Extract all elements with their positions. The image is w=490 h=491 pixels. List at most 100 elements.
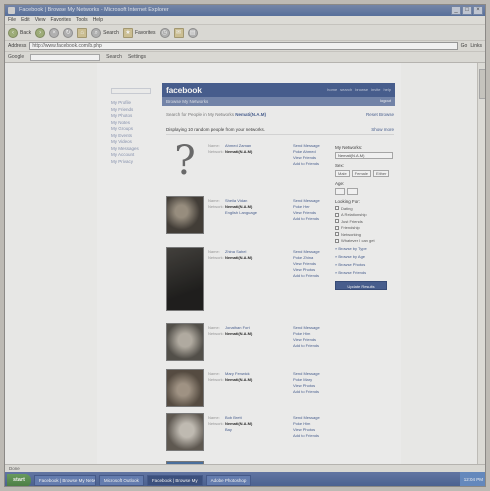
header-link[interactable]: search: [340, 87, 352, 92]
header-link[interactable]: browse: [355, 87, 368, 92]
network-select[interactable]: Nemati(N.A.M): [335, 152, 393, 159]
checkbox-icon[interactable]: [335, 232, 339, 236]
taskbar-task[interactable]: Facebook | Browse My: [146, 474, 203, 486]
person-name[interactable]: Mary Fenwick: [225, 371, 250, 376]
sidebar-nav: My Profile My Friends My Photos My Notes My …: [111, 100, 161, 165]
google-search-button[interactable]: Search: [106, 54, 122, 60]
person-name[interactable]: Sheila Vidan: [225, 198, 247, 203]
person-info[interactable]: Bay: [225, 427, 232, 432]
looking-option[interactable]: Networking: [335, 232, 393, 237]
profile-photo[interactable]: [166, 413, 204, 451]
age-max-select[interactable]: [347, 188, 358, 195]
header-links: home search browse invite help: [327, 87, 391, 92]
profile-photo[interactable]: [166, 323, 204, 361]
back-arrow-icon: ‹: [8, 27, 18, 38]
network-label: Network:: [208, 255, 224, 260]
action-link[interactable]: Add to Friends: [293, 273, 320, 279]
menu-tools[interactable]: Tools: [76, 16, 88, 24]
checkbox-icon[interactable]: [335, 212, 339, 217]
checkbox-icon[interactable]: [335, 238, 339, 243]
action-link[interactable]: Add to Friends: [293, 216, 320, 222]
history-icon[interactable]: ◷: [159, 27, 170, 38]
address-input[interactable]: http://www.facebook.com/b.php: [29, 42, 458, 50]
looking-option-label: Just Friends: [341, 218, 363, 224]
menu-edit[interactable]: Edit: [21, 16, 30, 24]
looking-option[interactable]: Friendship: [335, 225, 393, 230]
facebook-logo[interactable]: facebook: [166, 85, 202, 95]
checkbox-icon[interactable]: [335, 219, 339, 223]
action-link[interactable]: Add to Friends: [293, 161, 320, 167]
result-fields: Name: Jonathan Fort Network:Nemati(N.A.M): [208, 325, 252, 337]
header-link[interactable]: help: [383, 87, 391, 92]
taskbar-task[interactable]: Adobe Photoshop: [205, 474, 252, 486]
reset-browse-link[interactable]: Reset Browse: [366, 112, 394, 117]
back-button[interactable]: ‹ Back: [8, 27, 31, 38]
taskbar-task[interactable]: Microsoft Outlook: [98, 474, 144, 486]
menu-file[interactable]: File: [8, 16, 16, 24]
sidebar-search-input[interactable]: [111, 88, 151, 94]
favorites-button[interactable]: ★ Favorites: [122, 27, 156, 38]
google-settings-button[interactable]: Settings: [128, 54, 146, 60]
person-name[interactable]: Ahmed Zaman: [225, 143, 251, 148]
sidebar-item[interactable]: My Privacy: [111, 159, 161, 166]
age-min-select[interactable]: [335, 188, 346, 195]
sex-option[interactable]: Either: [373, 170, 390, 177]
looking-option[interactable]: Just Friends: [335, 219, 393, 224]
filter-link[interactable]: » Browse by Age: [335, 254, 393, 259]
search-button[interactable]: ⌕ Search: [91, 27, 119, 38]
profile-photo[interactable]: [166, 369, 204, 407]
sex-option[interactable]: Male: [335, 170, 350, 177]
sex-option[interactable]: Female: [351, 170, 372, 177]
menu-favorites[interactable]: Favorites: [50, 16, 71, 24]
looking-option[interactable]: Dating: [335, 206, 393, 211]
minimize-button[interactable]: _: [451, 6, 461, 15]
person-name[interactable]: Bob Brett: [225, 415, 242, 420]
close-button[interactable]: ×: [473, 6, 483, 15]
forward-arrow-icon[interactable]: ›: [35, 27, 46, 38]
checkbox-icon[interactable]: [335, 206, 339, 210]
network-name[interactable]: Nemati(N.A.M): [235, 112, 266, 117]
header-link[interactable]: invite: [371, 87, 380, 92]
result-actions: Send Message Poke Him View Photos Add to Fr…: [293, 415, 320, 439]
filter-link[interactable]: » Browse by Type: [335, 246, 393, 251]
search-icon: ⌕: [91, 27, 102, 38]
result-row: ? Name: Ahmed Zaman Network:Nemati(N.A.M) Se…: [166, 141, 341, 185]
refresh-icon[interactable]: ↻: [63, 27, 74, 38]
sidebar-logo: [111, 71, 161, 85]
filter-link[interactable]: » Browse Friends: [335, 270, 393, 275]
go-button[interactable]: Go: [461, 43, 468, 49]
links-label[interactable]: Links: [470, 43, 482, 49]
menu-help[interactable]: Help: [93, 16, 103, 24]
looking-option[interactable]: A Relationship: [335, 212, 393, 217]
checkbox-icon[interactable]: [335, 225, 339, 230]
header-link[interactable]: home: [327, 87, 337, 92]
result-fields: Name: Mary Fenwick Network:Nemati(N.A.M): [208, 371, 252, 383]
action-link[interactable]: Add to Friends: [293, 343, 320, 349]
action-link[interactable]: Add to Friends: [293, 389, 320, 395]
stop-icon[interactable]: ×: [49, 27, 60, 38]
looking-option-label: Whatever I can get: [341, 238, 375, 243]
start-button[interactable]: start: [7, 473, 31, 486]
person-info[interactable]: English Language: [225, 210, 257, 215]
person-name[interactable]: Zhina Sahel: [225, 249, 246, 254]
person-name[interactable]: Jonathan Fort: [225, 325, 250, 330]
vertical-scrollbar[interactable]: [477, 63, 485, 464]
show-more-link[interactable]: Show more: [371, 127, 394, 132]
print-icon[interactable]: ▤: [187, 27, 198, 38]
logout-link[interactable]: logout: [380, 98, 391, 103]
profile-photo[interactable]: [166, 196, 204, 234]
mail-icon[interactable]: ✉: [173, 27, 184, 38]
browser-window: Facebook | Browse My Networks - Microsof…: [4, 4, 486, 487]
looking-option[interactable]: Whatever I can get: [335, 238, 393, 243]
taskbar-task[interactable]: Facebook | Browse My Networks: [33, 474, 96, 486]
menu-view[interactable]: View: [35, 16, 46, 24]
google-search-input[interactable]: [30, 53, 101, 61]
action-link[interactable]: Add to Friends: [293, 433, 320, 439]
result-row: Name: Zhina Sahel Network:Nemati(N.A.M) Sen…: [166, 247, 341, 311]
scrollbar-thumb[interactable]: [479, 69, 485, 99]
profile-photo[interactable]: [166, 247, 204, 311]
update-results-button[interactable]: Update Results: [335, 281, 387, 290]
maximize-button[interactable]: □: [462, 6, 472, 15]
home-icon[interactable]: ⌂: [77, 27, 88, 38]
filter-link[interactable]: » Browse Photos: [335, 262, 393, 267]
